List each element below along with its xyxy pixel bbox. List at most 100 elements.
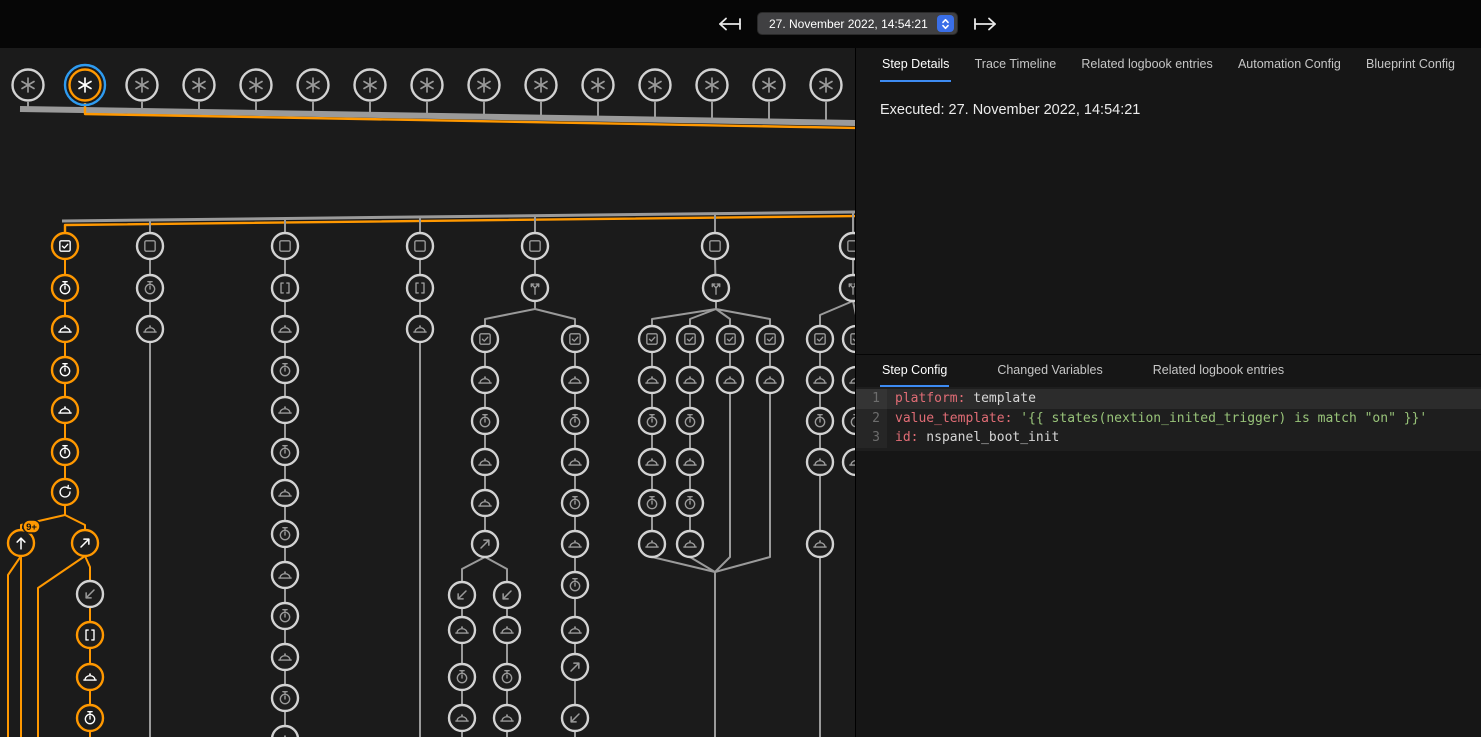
trace-node-condition[interactable] — [677, 326, 703, 352]
trace-node-timer[interactable] — [52, 439, 78, 465]
trace-node-service[interactable] — [52, 316, 78, 342]
trace-node-service[interactable] — [449, 617, 475, 643]
trace-node-service[interactable] — [562, 531, 588, 557]
trace-node-timer[interactable] — [472, 408, 498, 434]
tab-related-logbook-entries[interactable]: Related logbook entries — [1079, 48, 1214, 82]
trace-node-timer[interactable] — [272, 439, 298, 465]
trace-node-arrow-exit[interactable] — [449, 582, 475, 608]
trace-node-split[interactable] — [840, 275, 855, 301]
trace-node-service[interactable] — [757, 367, 783, 393]
trace-node-service[interactable] — [472, 367, 498, 393]
trace-node-trigger[interactable] — [526, 70, 557, 101]
next-run-button[interactable] — [971, 14, 1001, 34]
trace-node-service[interactable] — [562, 367, 588, 393]
trace-node-timer[interactable] — [52, 357, 78, 383]
trace-node-service[interactable] — [407, 316, 433, 342]
trace-node-timer[interactable] — [639, 490, 665, 516]
trace-node-trigger[interactable] — [754, 70, 785, 101]
trace-node-timer[interactable] — [272, 685, 298, 711]
trace-node-service[interactable] — [77, 664, 103, 690]
trace-node-square[interactable] — [407, 233, 433, 259]
trace-node-service[interactable] — [272, 726, 298, 737]
trace-node-timer[interactable] — [449, 664, 475, 690]
tab-automation-config[interactable]: Automation Config — [1236, 48, 1343, 82]
trace-node-condition[interactable] — [717, 326, 743, 352]
trace-node-service[interactable] — [449, 705, 475, 731]
trace-node-repeat[interactable] — [52, 479, 78, 505]
trace-node-trigger[interactable] — [184, 70, 215, 101]
trace-node-timer[interactable] — [639, 408, 665, 434]
trace-node-arrow-exit[interactable] — [562, 705, 588, 731]
trace-node-service[interactable] — [472, 449, 498, 475]
tab-step-config[interactable]: Step Config — [880, 355, 949, 387]
tab-trace-timeline[interactable]: Trace Timeline — [973, 48, 1059, 82]
trace-node-trigger[interactable] — [241, 70, 272, 101]
trace-node-square[interactable] — [840, 233, 855, 259]
trace-node-timer[interactable] — [807, 408, 833, 434]
trace-node-service[interactable] — [677, 449, 703, 475]
trace-node-timer[interactable] — [272, 521, 298, 547]
trace-node-brackets[interactable] — [407, 275, 433, 301]
trace-node-condition[interactable] — [562, 326, 588, 352]
trace-node-service[interactable] — [843, 449, 855, 475]
trace-node-condition[interactable] — [807, 326, 833, 352]
trace-node-square[interactable] — [137, 233, 163, 259]
trace-node-brackets[interactable] — [272, 275, 298, 301]
trace-node-trigger[interactable] — [697, 70, 728, 101]
trace-node-service[interactable] — [562, 449, 588, 475]
trace-node-service[interactable] — [807, 531, 833, 557]
trace-node-trigger[interactable] — [469, 70, 500, 101]
trace-node-service[interactable] — [272, 316, 298, 342]
trace-node-trigger[interactable] — [127, 70, 158, 101]
trace-node-service[interactable] — [807, 367, 833, 393]
trace-node-timer[interactable] — [272, 603, 298, 629]
trace-node-trigger[interactable] — [640, 70, 671, 101]
trace-node-timer[interactable] — [562, 490, 588, 516]
trace-node-split[interactable] — [522, 275, 548, 301]
trace-node-condition[interactable] — [472, 326, 498, 352]
trace-node-service[interactable] — [52, 397, 78, 423]
trace-node-trigger[interactable] — [298, 70, 329, 101]
trace-node-timer[interactable] — [677, 408, 703, 434]
trace-node-trigger[interactable] — [811, 70, 842, 101]
trace-node-timer[interactable] — [77, 705, 103, 731]
trace-node-service[interactable] — [677, 367, 703, 393]
trace-node-square[interactable] — [702, 233, 728, 259]
trace-node-arrow-branch[interactable] — [72, 530, 98, 556]
trace-node-service[interactable] — [494, 617, 520, 643]
trace-node-condition[interactable] — [757, 326, 783, 352]
trace-node-service[interactable] — [272, 562, 298, 588]
tab-changed-variables[interactable]: Changed Variables — [995, 355, 1104, 387]
tab-step-details[interactable]: Step Details — [880, 48, 951, 82]
trace-node-timer[interactable] — [494, 664, 520, 690]
trace-node-arrow-branch[interactable] — [472, 531, 498, 557]
trace-node-service[interactable] — [717, 367, 743, 393]
trace-node-trigger[interactable] — [13, 70, 44, 101]
trace-node-service[interactable] — [807, 449, 833, 475]
trace-node-arrow-branch[interactable] — [562, 654, 588, 680]
trace-node-service[interactable] — [639, 531, 665, 557]
trace-node-trigger[interactable] — [65, 65, 105, 105]
trace-node-condition[interactable] — [52, 233, 78, 259]
tab-related-logbook-entries-bottom[interactable]: Related logbook entries — [1151, 355, 1286, 387]
trace-node-timer[interactable] — [843, 408, 855, 434]
trace-node-timer[interactable] — [562, 572, 588, 598]
trace-node-timer[interactable] — [272, 357, 298, 383]
trace-node-arrow-up[interactable]: 9+ — [8, 520, 40, 556]
trace-node-condition[interactable] — [843, 326, 855, 352]
trace-node-split[interactable] — [703, 275, 729, 301]
trace-node-trigger[interactable] — [355, 70, 386, 101]
trace-node-condition[interactable] — [639, 326, 665, 352]
trace-node-arrow-exit[interactable] — [494, 582, 520, 608]
trace-node-timer[interactable] — [137, 275, 163, 301]
previous-run-button[interactable] — [714, 14, 744, 34]
trace-node-service[interactable] — [494, 705, 520, 731]
trace-node-service[interactable] — [843, 367, 855, 393]
trace-node-service[interactable] — [639, 449, 665, 475]
trace-node-arrow-exit[interactable] — [77, 581, 103, 607]
step-config-editor[interactable]: 1platform: template2value_template: '{{ … — [856, 387, 1481, 451]
trace-node-service[interactable] — [472, 490, 498, 516]
trace-node-service[interactable] — [272, 644, 298, 670]
trace-node-brackets[interactable] — [77, 622, 103, 648]
trace-node-timer[interactable] — [677, 490, 703, 516]
